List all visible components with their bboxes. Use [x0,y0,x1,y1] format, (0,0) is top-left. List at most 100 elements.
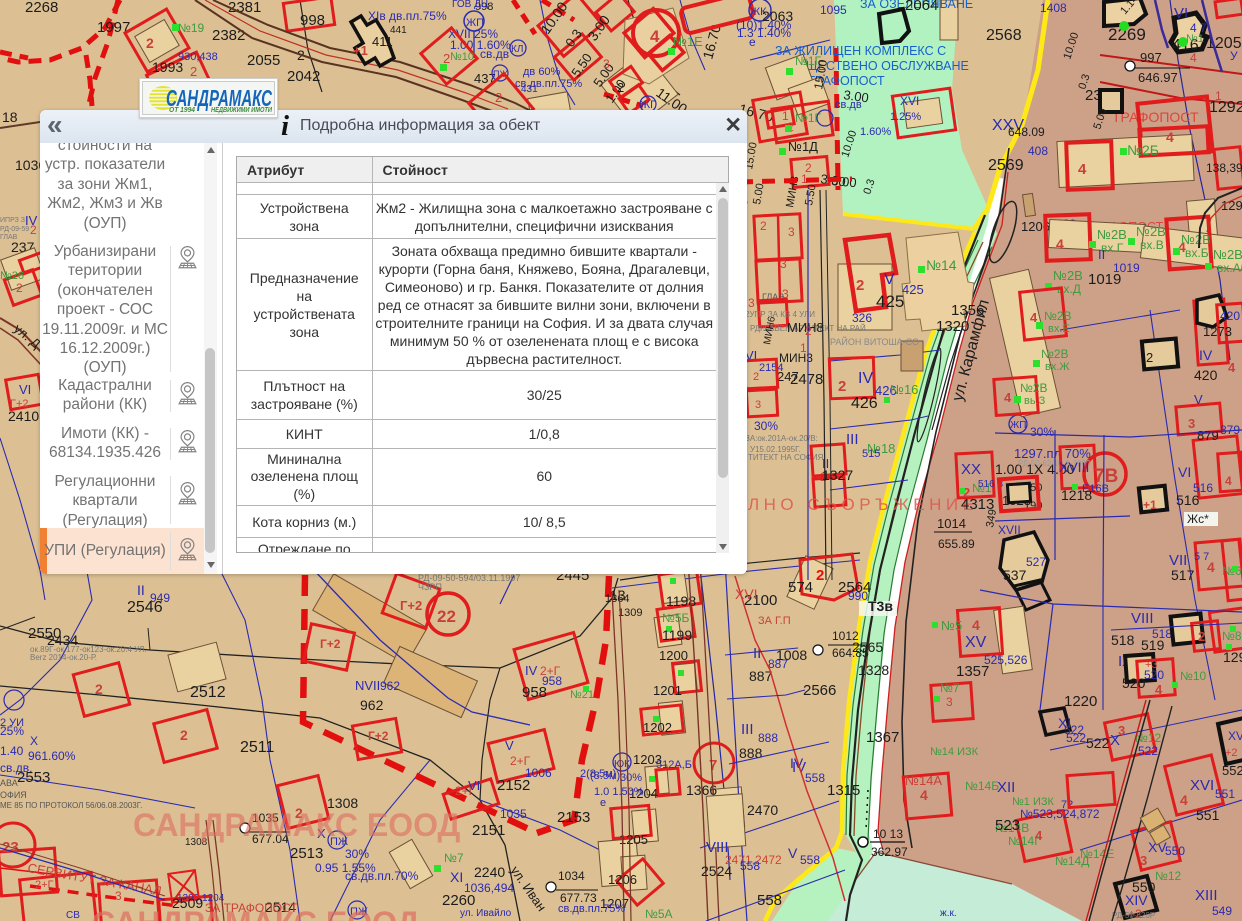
svg-text:вх.Б: вх.Б [1185,246,1209,260]
svg-text:519: 519 [1141,637,1165,653]
svg-text:XIV: XIV [1125,892,1148,908]
svg-text:551: 551 [1215,787,1235,801]
svg-text:АВА: АВА [0,778,18,788]
svg-text:№14Б: №14Б [965,779,999,793]
svg-text:1014: 1014 [937,516,966,531]
svg-text:930,438: 930,438 [178,51,218,63]
svg-text:4: 4 [1166,129,1174,145]
svg-text:2568: 2568 [986,27,1022,44]
svg-text:V: V [788,845,798,861]
svg-text:IV: IV [1199,347,1213,363]
svg-text:дв 60%: дв 60% [523,66,561,78]
svg-text:№21: №21 [570,689,594,701]
svg-text:1218: 1218 [1061,487,1092,503]
svg-text:646.97: 646.97 [1138,70,1178,85]
svg-text:516: 516 [1176,492,1200,508]
svg-text:ГЛАВ: ГЛАВ [762,292,784,302]
svg-text:У: У [1230,49,1238,63]
svg-text:вь.З: вь.З [1024,395,1046,407]
svg-text:+3: +3 [1145,659,1158,671]
svg-text:420: 420 [1220,309,1240,323]
svg-text:1.3 1.40%: 1.3 1.40% [737,26,791,40]
svg-text:30%: 30% [620,772,642,784]
svg-text:ГОВ ДЦ: ГОВ ДЦ [452,0,489,10]
svg-text:1034: 1034 [558,869,585,883]
svg-text:522: 522 [1138,744,1158,758]
svg-text:2: 2 [180,727,188,743]
svg-text:ТРАФОПОСТ: ТРАФОПОСТ [1112,109,1199,125]
svg-text:425: 425 [902,282,924,297]
svg-text:5 7: 5 7 [1194,551,1209,563]
svg-text:408: 408 [1028,144,1048,158]
svg-text:558: 558 [740,859,760,873]
svg-text:648.09: 648.09 [1008,125,1045,139]
svg-text:XIII: XIII [1195,887,1218,904]
svg-text:3: 3 [1118,723,1125,738]
svg-text:2470: 2470 [747,802,778,818]
svg-text:ХІв дв.пл.75%: ХІв дв.пл.75% [368,9,447,23]
svg-text:1327: 1327 [822,467,853,483]
svg-text:V: V [505,738,514,753]
svg-text:888: 888 [739,745,763,761]
svg-text:537: 537 [1003,567,1027,583]
svg-text:3: 3 [780,257,787,271]
svg-text:4: 4 [1190,51,1197,65]
svg-text:КЛ: КЛ [511,44,523,55]
svg-text:2: 2 [856,277,864,294]
svg-text:2: 2 [805,324,812,338]
svg-text:22: 22 [437,607,456,626]
svg-text:1: 1 [1215,89,1222,103]
svg-text:XV: XV [965,634,987,651]
svg-text:№5А: №5А [645,907,673,921]
svg-text:2: 2 [16,281,23,295]
svg-text:III: III [741,721,754,738]
svg-text:887: 887 [749,668,773,684]
svg-text:1035: 1035 [500,807,527,821]
svg-text:ОФИЯ: ОФИЯ [0,790,27,800]
svg-text:958: 958 [522,684,547,701]
svg-text:2 УИ: 2 УИ [0,717,24,729]
svg-text:997: 997 [1140,50,1162,65]
svg-text:V: V [884,271,895,288]
svg-text:XVII: XVII [998,523,1021,537]
svg-text:св.дв.пл.75%: св.дв.пл.75% [558,903,625,915]
svg-text:523: 523 [995,817,1020,834]
svg-text:NVII: NVII [355,678,380,693]
svg-text:VI: VI [1178,464,1191,480]
svg-text:ИПРЗ З: ИПРЗ З [0,217,25,224]
svg-text:2+Г: 2+Г [35,879,54,891]
svg-text:№19: №19 [178,21,205,35]
svg-text:1205: 1205 [619,832,648,847]
svg-text:138,395: 138,395 [1206,161,1242,175]
svg-text:1408: 1408 [1040,1,1067,15]
svg-text:7: 7 [709,757,717,774]
svg-text:1328: 1328 [858,662,889,678]
svg-text:431: 431 [521,84,538,95]
svg-text:3: 3 [755,399,761,411]
svg-text:1292: 1292 [1209,99,1242,116]
svg-text:4: 4 [972,617,980,633]
svg-text:XI: XI [450,869,463,885]
svg-text:Т3в: Т3в [868,598,893,614]
svg-text:№14: №14 [926,257,957,273]
svg-text:129: 129 [1223,649,1242,665]
svg-text:XVI: XVI [1190,777,1214,794]
svg-text:ЗА Г.П: ЗА Г.П [758,615,791,627]
svg-text:4: 4 [1180,792,1188,808]
svg-text:30%: 30% [754,419,778,433]
svg-text:655.89: 655.89 [938,537,975,551]
svg-text:362.97: 362.97 [871,845,908,859]
svg-text:879: 879 [1197,428,1219,443]
svg-text:3: 3 [1140,853,1147,868]
svg-text:2410: 2410 [8,408,39,424]
svg-text:№2В: №2В [1097,227,1127,242]
svg-text:30%: 30% [345,847,369,861]
svg-text:№2В: №2В [1181,232,1211,247]
svg-text:МЕ 85 ПО ПРОТОКОЛ 56/06.08.200: МЕ 85 ПО ПРОТОКОЛ 56/06.08.2003Г. [0,801,142,810]
svg-text:№10: №10 [450,51,474,63]
svg-text:VI: VI [1174,5,1188,22]
svg-text:441: 441 [390,25,407,36]
svg-text:2151: 2151 [472,822,505,839]
svg-text:СВ: СВ [66,910,80,921]
svg-text:е: е [749,35,756,49]
